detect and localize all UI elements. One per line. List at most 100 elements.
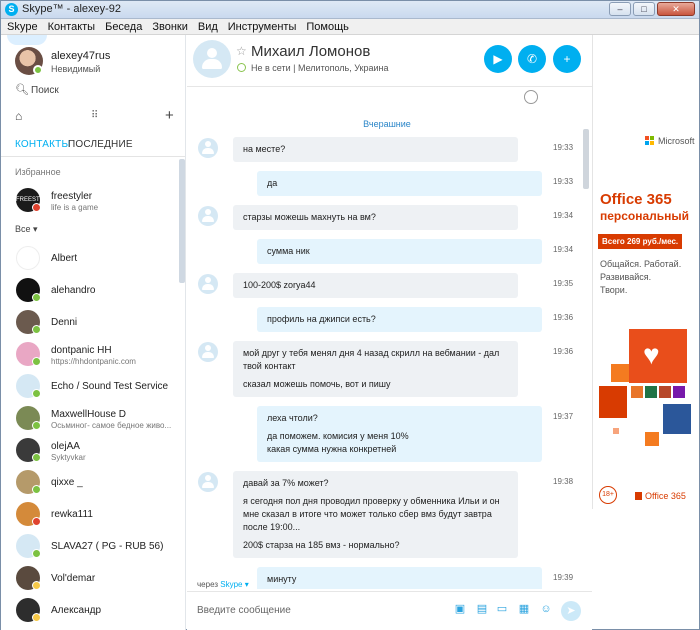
- minimize-button[interactable]: –: [609, 2, 631, 16]
- contact-item[interactable]: dontpanic HH https://hhdontpanic.com: [1, 342, 179, 368]
- sender-avatar[interactable]: [198, 206, 218, 226]
- globe-icon[interactable]: [524, 90, 538, 104]
- heart-tile: ♥: [629, 329, 687, 383]
- ad-taglines: Общайся. Работай. Развивайся. Твори.: [600, 259, 682, 295]
- send-image-icon[interactable]: ▣: [453, 603, 467, 615]
- message-time: 19:34: [553, 211, 574, 220]
- ad-footer-logo: Office 365: [635, 491, 686, 501]
- message-time: 19:37: [553, 412, 574, 421]
- message-input-bar: Введите сообщение ▣ ▤ ▭ ▦ ☺ ➤: [187, 591, 592, 630]
- video-call-button[interactable]: ▶: [484, 45, 512, 73]
- maximize-button[interactable]: □: [633, 2, 655, 16]
- contact-item[interactable]: Vol'demar: [1, 566, 179, 592]
- message-text: давай за 7% может?: [243, 478, 329, 488]
- contact-name: Vol'demar: [51, 573, 96, 584]
- menu-contacts[interactable]: Контакты: [48, 19, 96, 34]
- menu-calls[interactable]: Звонки: [152, 19, 188, 34]
- heart-icon: ♥: [643, 339, 660, 370]
- incoming-message[interactable]: 100-200$ zorya44: [233, 273, 518, 298]
- contact-name: alehandro: [51, 285, 96, 296]
- outgoing-message[interactable]: да: [257, 171, 542, 196]
- day-divider: Вчерашние: [363, 119, 411, 129]
- ad-tiles-graphic: ♥: [593, 324, 699, 464]
- outgoing-message[interactable]: минуту: [257, 567, 542, 589]
- excel-tile: [645, 386, 657, 398]
- sender-avatar[interactable]: [198, 472, 218, 492]
- message-time: 19:38: [553, 477, 574, 486]
- emoticon-icon[interactable]: ☺: [539, 603, 553, 615]
- message-text: на месте?: [243, 144, 286, 154]
- contact-name: freestyler: [51, 191, 93, 202]
- contact-item[interactable]: FREESTYfreestylerlife is a game: [1, 188, 179, 214]
- message-text: сумма ник: [267, 246, 310, 256]
- sender-avatar[interactable]: [198, 274, 218, 294]
- incoming-message[interactable]: старзы можешь махнуть на вм?: [233, 205, 518, 230]
- incoming-message[interactable]: давай за 7% может? я сегодня пол дня пров…: [233, 471, 518, 558]
- my-status-icon[interactable]: [33, 65, 43, 75]
- office-ad[interactable]: Microsoft Office 365 персональный Всего …: [592, 124, 699, 509]
- contact-item[interactable]: Denni: [1, 310, 179, 336]
- sender-avatar[interactable]: [198, 138, 218, 158]
- send-button[interactable]: ➤: [561, 601, 581, 621]
- cloud-decoration: [7, 35, 47, 45]
- chat-scrollbar[interactable]: [583, 129, 589, 189]
- outgoing-message[interactable]: сумма ник: [257, 239, 542, 264]
- contact-avatar[interactable]: [193, 40, 231, 78]
- message-text: да поможем. комисия у меня 10%: [267, 431, 409, 441]
- message-text: 200$ старза на 185 вмз - нормально?: [243, 540, 400, 550]
- menu-conversation[interactable]: Беседа: [105, 19, 142, 34]
- contact-item[interactable]: rewka111: [1, 502, 179, 528]
- dialpad-icon[interactable]: ⠿: [91, 110, 98, 121]
- sidebar-scrollbar[interactable]: [179, 159, 185, 283]
- contact-mood: life is a game: [51, 203, 99, 212]
- contact-item[interactable]: olejAA Syktyvkar: [1, 438, 179, 464]
- contact-item[interactable]: Albert: [1, 246, 179, 272]
- contact-item[interactable]: alehandro: [1, 278, 179, 304]
- menu-tools[interactable]: Инструменты: [228, 19, 297, 34]
- contact-item[interactable]: Александр: [1, 598, 179, 624]
- favorite-star-icon[interactable]: ☆: [236, 44, 247, 58]
- menu-help[interactable]: Помощь: [306, 19, 349, 34]
- contacts-share-icon[interactable]: ▦: [517, 603, 531, 615]
- contact-name: olejAA: [51, 441, 80, 452]
- message-time: 19:34: [553, 245, 574, 254]
- video-message-icon[interactable]: ▭: [495, 603, 509, 615]
- all-contacts-header[interactable]: Все ▾: [15, 224, 38, 235]
- age-rating: 18+: [599, 486, 617, 504]
- voice-call-button[interactable]: ✆: [518, 45, 546, 73]
- people-tile: [645, 432, 659, 446]
- outgoing-message[interactable]: профиль на джипси есть?: [257, 307, 542, 332]
- contact-name: dontpanic HH: [51, 345, 112, 356]
- smile-tile: [611, 364, 629, 382]
- outgoing-message[interactable]: леха чтоли? да поможем. комисия у меня 10…: [257, 406, 542, 462]
- menu-view[interactable]: Вид: [198, 19, 218, 34]
- contact-item[interactable]: SLAVA27 ( PG - RUB 56): [1, 534, 179, 560]
- small-tile: [631, 386, 643, 398]
- via-selector[interactable]: через Skype ▾: [197, 580, 249, 589]
- tab-recent[interactable]: ПОСЛЕДНИЕ: [68, 139, 133, 150]
- status-online-icon: [32, 549, 41, 558]
- home-icon[interactable]: ⌂: [15, 109, 22, 123]
- menu-bar: Skype Контакты Беседа Звонки Вид Инструм…: [1, 19, 699, 35]
- search-box[interactable]: 🔍︎ Поиск: [1, 81, 185, 101]
- message-input[interactable]: Введите сообщение: [197, 605, 291, 616]
- add-contact-icon[interactable]: +: [165, 107, 174, 124]
- incoming-message[interactable]: на месте?: [233, 137, 518, 162]
- right-panel-top: [592, 35, 699, 124]
- sender-avatar[interactable]: [198, 342, 218, 362]
- send-file-icon[interactable]: ▤: [475, 603, 489, 615]
- add-people-button[interactable]: +: [553, 45, 581, 73]
- message-time: 19:39: [553, 573, 574, 582]
- incoming-message[interactable]: мой друг у тебя менял дня 4 назад скрилл…: [233, 341, 518, 397]
- close-button[interactable]: ✕: [657, 2, 695, 16]
- sidebar-toolbar: ⌂ ⠿ +: [1, 107, 185, 127]
- status-dnd-icon: [32, 203, 41, 212]
- menu-skype[interactable]: Skype: [7, 19, 38, 34]
- contact-item[interactable]: qixxe _: [1, 470, 179, 496]
- tab-contacts[interactable]: КОНТАКТЫ: [15, 139, 71, 150]
- message-text: мой друг у тебя менял дня 4 назад скрилл…: [243, 348, 500, 358]
- contact-item[interactable]: MaxwellHouse D Осьминог- самое бедное жив…: [1, 406, 179, 432]
- contact-avatar: [16, 246, 40, 270]
- search-label: Поиск: [31, 85, 59, 96]
- contact-item[interactable]: Echo / Sound Test Service: [1, 374, 179, 400]
